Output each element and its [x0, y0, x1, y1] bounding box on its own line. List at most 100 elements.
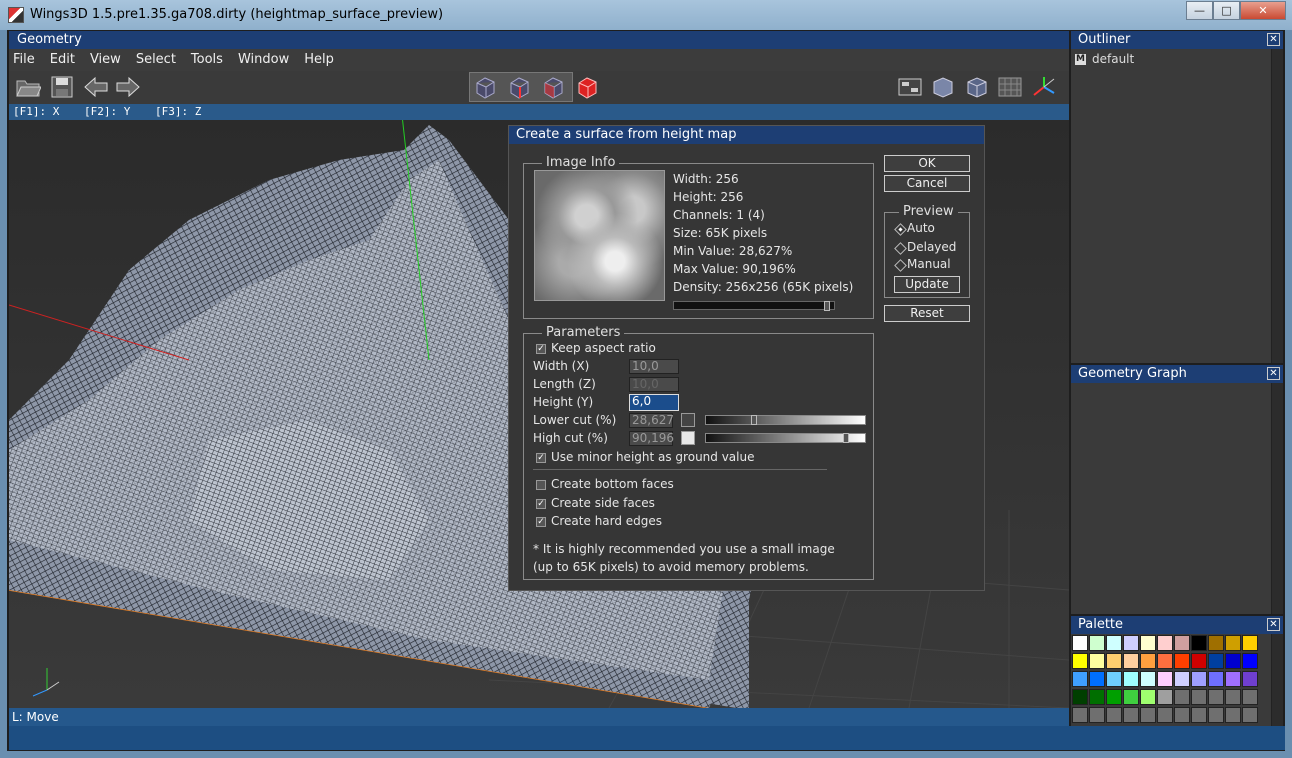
face-mode-icon[interactable] — [540, 75, 566, 99]
palette-scrollbar[interactable] — [1271, 634, 1283, 726]
lower-cut-slider[interactable] — [705, 415, 866, 425]
palette-swatch[interactable] — [1089, 689, 1105, 705]
use-minor-height-checkbox[interactable]: ✓ — [536, 453, 546, 463]
palette-swatch[interactable] — [1208, 635, 1224, 651]
palette-swatch[interactable] — [1191, 653, 1207, 669]
lower-cut-field[interactable]: 28,627 — [629, 413, 674, 428]
palette-close-icon[interactable]: ✕ — [1267, 618, 1280, 631]
palette-swatch[interactable] — [1191, 689, 1207, 705]
maximize-button[interactable]: □ — [1213, 1, 1240, 20]
geometry-graph-close-icon[interactable]: ✕ — [1267, 367, 1280, 380]
density-slider-knob[interactable] — [824, 301, 830, 311]
palette-swatch[interactable] — [1140, 653, 1156, 669]
preview-auto-radio[interactable] — [894, 223, 907, 236]
palette-swatch[interactable] — [1174, 707, 1190, 723]
palette-swatch[interactable] — [1072, 707, 1088, 723]
length-field[interactable]: 10,0 — [629, 377, 679, 392]
vertex-mode-icon[interactable] — [472, 75, 498, 99]
outliner-item-default[interactable]: M default — [1075, 52, 1134, 66]
palette-swatch[interactable] — [1225, 689, 1241, 705]
palette-swatch[interactable] — [1072, 653, 1088, 669]
palette-swatch[interactable] — [1208, 707, 1224, 723]
hard-edges-checkbox[interactable]: ✓ — [536, 517, 546, 527]
palette-swatch[interactable] — [1242, 671, 1258, 687]
palette-swatch[interactable] — [1106, 671, 1122, 687]
palette-swatch[interactable] — [1106, 707, 1122, 723]
palette-swatch[interactable] — [1174, 671, 1190, 687]
save-icon[interactable] — [49, 75, 75, 99]
palette-swatch[interactable] — [1208, 653, 1224, 669]
palette-swatch[interactable] — [1123, 671, 1139, 687]
menu-file[interactable]: File — [9, 49, 46, 71]
geometry-graph-scrollbar[interactable] — [1271, 383, 1283, 614]
palette-swatch[interactable] — [1225, 635, 1241, 651]
outliner-scrollbar[interactable] — [1271, 49, 1283, 363]
palette-swatch[interactable] — [1225, 671, 1241, 687]
palette-swatch[interactable] — [1123, 635, 1139, 651]
palette-swatch[interactable] — [1106, 635, 1122, 651]
smooth-preview-icon[interactable] — [930, 75, 956, 99]
palette-swatch[interactable] — [1140, 635, 1156, 651]
palette-swatch[interactable] — [1208, 689, 1224, 705]
palette-swatch[interactable] — [1089, 671, 1105, 687]
palette-swatch[interactable] — [1157, 653, 1173, 669]
palette-swatch[interactable] — [1191, 707, 1207, 723]
redo-arrow-icon[interactable] — [115, 75, 141, 99]
lower-cut-slider-knob[interactable] — [751, 415, 757, 425]
perspective-icon[interactable] — [964, 75, 990, 99]
height-field[interactable]: 6,0 — [629, 394, 679, 411]
palette-swatch[interactable] — [1174, 635, 1190, 651]
side-faces-checkbox[interactable]: ✓ — [536, 499, 546, 509]
palette-swatch[interactable] — [1157, 635, 1173, 651]
palette-swatch[interactable] — [1072, 689, 1088, 705]
density-slider[interactable] — [673, 301, 835, 311]
cancel-button[interactable]: Cancel — [884, 175, 970, 192]
palette-swatch[interactable] — [1225, 653, 1241, 669]
high-cut-slider[interactable] — [705, 433, 866, 443]
minimize-button[interactable]: — — [1186, 1, 1213, 20]
palette-swatch[interactable] — [1157, 707, 1173, 723]
palette-swatch[interactable] — [1157, 671, 1173, 687]
width-field[interactable]: 10,0 — [629, 359, 679, 374]
high-cut-slider-knob[interactable] — [843, 433, 849, 443]
palette-swatch[interactable] — [1089, 653, 1105, 669]
update-button[interactable]: Update — [894, 276, 960, 293]
palette-swatch[interactable] — [1072, 635, 1088, 651]
palette-swatch[interactable] — [1157, 689, 1173, 705]
ok-button[interactable]: OK — [884, 155, 970, 172]
reset-button[interactable]: Reset — [884, 305, 970, 322]
body-mode-icon[interactable] — [574, 75, 600, 99]
palette-swatch[interactable] — [1208, 671, 1224, 687]
palette-swatch[interactable] — [1242, 653, 1258, 669]
palette-swatch[interactable] — [1140, 671, 1156, 687]
palette-swatch[interactable] — [1123, 653, 1139, 669]
menu-select[interactable]: Select — [132, 49, 187, 71]
preview-delayed-radio[interactable] — [894, 242, 907, 255]
palette-swatch[interactable] — [1140, 689, 1156, 705]
axes-icon[interactable] — [1031, 75, 1057, 99]
palette-swatch[interactable] — [1242, 707, 1258, 723]
palette-swatch[interactable] — [1106, 689, 1122, 705]
menu-edit[interactable]: Edit — [46, 49, 86, 71]
palette-swatch[interactable] — [1089, 707, 1105, 723]
edge-mode-icon[interactable] — [506, 75, 532, 99]
outliner-close-icon[interactable]: ✕ — [1267, 33, 1280, 46]
menu-help[interactable]: Help — [300, 49, 345, 71]
preview-manual-radio[interactable] — [894, 259, 907, 272]
palette-swatch[interactable] — [1191, 671, 1207, 687]
palette-swatch[interactable] — [1089, 635, 1105, 651]
palette-swatch[interactable] — [1225, 707, 1241, 723]
bottom-faces-checkbox[interactable] — [536, 480, 546, 490]
undo-arrow-icon[interactable] — [83, 75, 109, 99]
palette-swatch[interactable] — [1174, 653, 1190, 669]
keep-aspect-checkbox[interactable]: ✓ — [536, 344, 546, 354]
palette-swatch[interactable] — [1123, 689, 1139, 705]
palette-swatch[interactable] — [1191, 635, 1207, 651]
open-folder-icon[interactable] — [15, 75, 41, 99]
palette-swatch[interactable] — [1242, 689, 1258, 705]
palette-swatch[interactable] — [1140, 707, 1156, 723]
menu-view[interactable]: View — [86, 49, 132, 71]
palette-swatch[interactable] — [1123, 707, 1139, 723]
workmode-icon[interactable] — [897, 75, 923, 99]
palette-swatch[interactable] — [1106, 653, 1122, 669]
